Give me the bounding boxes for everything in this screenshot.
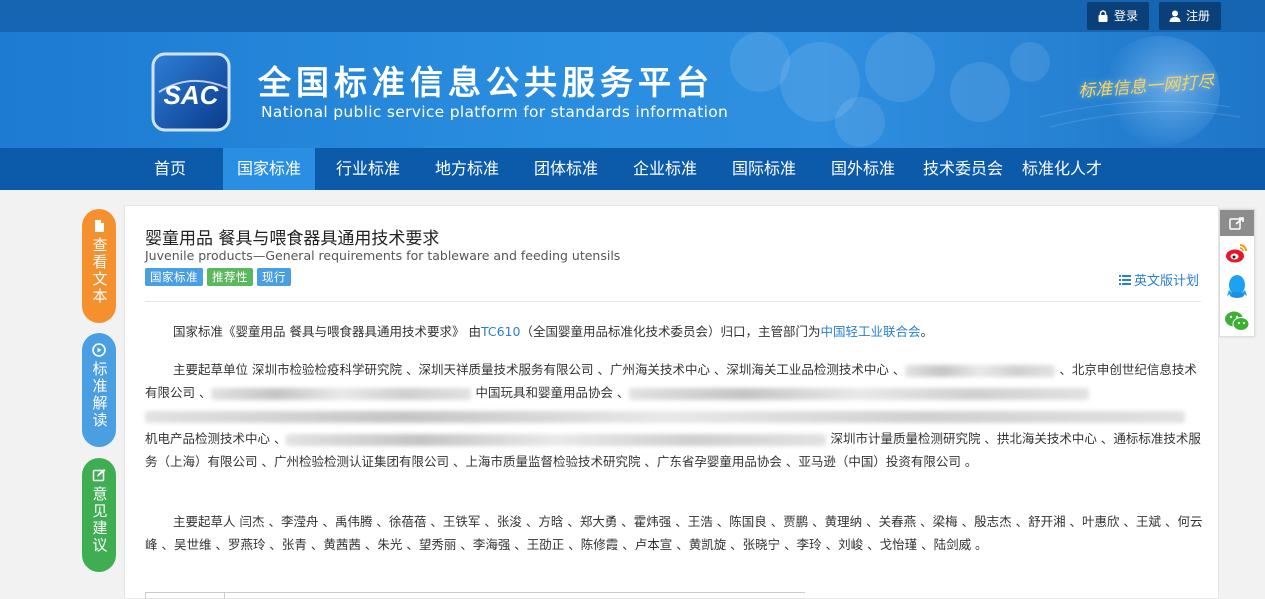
intro-prefix: 国家标准《婴童用品 餐具与喂食器具通用技术要求》 由 <box>173 324 481 339</box>
drafters-list: 闫杰 、李滢舟 、禹伟腾 、徐蓓蓓 、王铁军 、张浚 、方晗 、郑大勇 、霍炜强… <box>145 514 1203 552</box>
view-text-label: 查看文本 <box>90 237 109 305</box>
logo-text: SAC <box>164 80 220 110</box>
nav-item-local[interactable]: 地方标准 <box>426 148 508 190</box>
redacted-text <box>211 387 472 400</box>
qq-icon <box>1227 275 1247 298</box>
drafting-units-text-1: 深圳市检验检疫科学研究院 、深圳天祥质量技术服务有限公司 、广州海关技术中心 、… <box>252 362 906 377</box>
redacted-text <box>905 364 1056 377</box>
lock-icon <box>1098 10 1108 22</box>
drafting-units-paragraph: 主要起草单位 深圳市检验检疫科学研究院 、深圳天祥质量技术服务有限公司 、广州海… <box>145 358 1203 473</box>
top-bar: 登录 注册 <box>0 0 1265 32</box>
edit-icon <box>92 469 106 482</box>
redacted-text <box>286 433 827 446</box>
qq-share[interactable] <box>1220 270 1254 304</box>
standard-tags: 国家标准 推荐性 现行 <box>145 268 291 286</box>
nav-item-industry[interactable]: 行业标准 <box>327 148 409 190</box>
tag-current: 现行 <box>257 268 291 286</box>
tag-national: 国家标准 <box>145 268 203 286</box>
wechat-icon <box>1225 311 1250 331</box>
nav-item-national[interactable]: 国家标准 <box>223 148 315 190</box>
header-banner: SAC 全国标准信息公共服务平台 National public service… <box>0 32 1265 148</box>
wechat-share[interactable] <box>1220 304 1254 338</box>
share-bar <box>1219 209 1255 337</box>
register-button[interactable]: 注册 <box>1159 2 1221 30</box>
main-nav: 首页 国家标准 行业标准 地方标准 团体标准 企业标准 国际标准 国外标准 技术… <box>0 148 1265 190</box>
share-button[interactable] <box>1220 210 1254 236</box>
english-plan-label: 英文版计划 <box>1134 274 1200 289</box>
site-subtitle: National public service platform for sta… <box>261 103 729 121</box>
drafting-units-label: 主要起草单位 <box>173 362 249 377</box>
interpret-button[interactable]: 标准解读 <box>82 333 116 447</box>
english-plan-link[interactable]: 英文版计划 <box>1119 270 1199 289</box>
nav-item-foreign[interactable]: 国外标准 <box>822 148 904 190</box>
drafters-label: 主要起草人 <box>173 514 236 529</box>
interpret-label: 标准解读 <box>90 361 109 429</box>
weibo-share[interactable] <box>1220 236 1254 270</box>
list-icon <box>1119 274 1131 285</box>
nav-item-talent[interactable]: 标准化人才 <box>1016 148 1108 190</box>
nav-item-international[interactable]: 国际标准 <box>723 148 805 190</box>
redacted-text <box>145 410 1185 423</box>
intro-middle: （全国婴童用品标准化技术委员会）归口，主管部门为 <box>520 324 821 339</box>
standard-title: 婴童用品 餐具与喂食器具通用技术要求 <box>145 229 440 249</box>
user-icon <box>1169 10 1181 22</box>
standard-title-en: Juvenile products—General requirements f… <box>145 248 621 263</box>
sac-logo[interactable]: SAC <box>151 52 231 132</box>
nav-item-group[interactable]: 团体标准 <box>525 148 607 190</box>
tab-bar-line <box>145 592 805 593</box>
drafting-units-text-4: 机电产品检测技术中心 、 <box>145 431 287 446</box>
divider <box>145 301 1201 302</box>
tab-edge <box>145 592 225 599</box>
register-label: 注册 <box>1186 9 1211 23</box>
standard-detail-card: 婴童用品 餐具与喂食器具通用技术要求 Juvenile products—Gen… <box>124 205 1219 599</box>
drafting-units-text-3: 中国玩具和婴童用品协会 、 <box>471 385 630 400</box>
document-icon <box>95 220 104 232</box>
play-circle-icon <box>92 343 106 357</box>
nav-item-committee[interactable]: 技术委员会 <box>918 148 1008 190</box>
nav-item-enterprise[interactable]: 企业标准 <box>624 148 706 190</box>
authority-link[interactable]: 中国轻工业联合会 <box>820 324 920 339</box>
redacted-text <box>629 387 1090 400</box>
tag-recommended: 推荐性 <box>207 268 253 286</box>
drafters-paragraph: 主要起草人 闫杰 、李滢舟 、禹伟腾 、徐蓓蓓 、王铁军 、张浚 、方晗 、郑大… <box>145 510 1203 556</box>
feedback-button[interactable]: 意见建议 <box>82 458 116 572</box>
site-title: 全国标准信息公共服务平台 <box>258 63 714 102</box>
feedback-label: 意见建议 <box>90 486 109 554</box>
login-label: 登录 <box>1114 9 1139 23</box>
view-text-button[interactable]: 查看文本 <box>82 209 116 323</box>
login-button[interactable]: 登录 <box>1087 2 1149 30</box>
intro-paragraph: 国家标准《婴童用品 餐具与喂食器具通用技术要求》 由TC610（全国婴童用品标准… <box>145 320 1203 343</box>
weibo-icon <box>1226 244 1247 263</box>
share-icon <box>1229 217 1244 230</box>
nav-item-home[interactable]: 首页 <box>140 148 200 190</box>
intro-suffix: 。 <box>920 324 933 339</box>
tc-link[interactable]: TC610 <box>481 324 521 339</box>
